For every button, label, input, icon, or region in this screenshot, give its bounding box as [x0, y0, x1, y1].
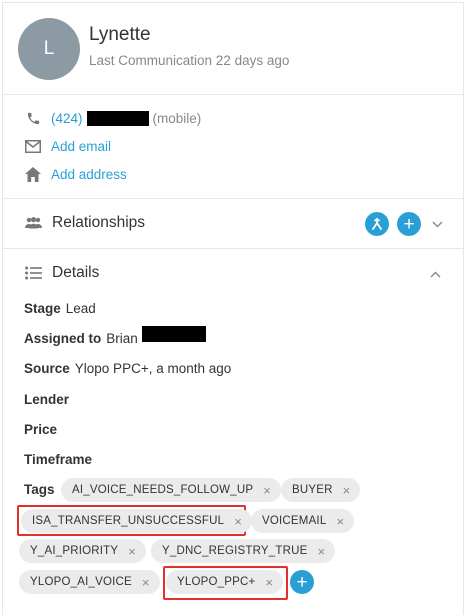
details-header[interactable]: Details: [24, 264, 99, 282]
tag-label: VOICEMAIL: [262, 515, 327, 527]
lender-label: Lender: [24, 392, 70, 407]
stage-label: Stage: [24, 301, 61, 316]
contact-name: Lynette: [89, 24, 151, 45]
tag-label: AI_VOICE_NEEDS_FOLLOW_UP: [72, 484, 254, 496]
people-icon: [24, 215, 42, 231]
phone-number-link[interactable]: (424): [51, 111, 83, 126]
relationships-title: Relationships: [52, 214, 146, 231]
source-row[interactable]: Source Ylopo PPC+, a month ago: [24, 361, 231, 376]
tag-chip[interactable]: YLOPO_AI_VOICE ×: [19, 570, 160, 594]
address-row: Add address: [24, 164, 127, 184]
tag-label: YLOPO_PPC+: [177, 576, 256, 588]
chevron-down-icon[interactable]: [430, 217, 444, 231]
tag-label: BUYER: [292, 484, 333, 496]
assigned-value[interactable]: Brian: [106, 331, 138, 346]
assigned-row[interactable]: Assigned to Brian: [24, 326, 206, 346]
lender-row[interactable]: Lender: [24, 392, 74, 407]
redacted-phone: [86, 110, 149, 126]
timeframe-label: Timeframe: [24, 452, 93, 467]
tag-chip[interactable]: VOICEMAIL ×: [251, 509, 355, 533]
remove-tag-icon[interactable]: ×: [234, 514, 242, 529]
add-email-link[interactable]: Add email: [51, 139, 111, 154]
chevron-up-icon[interactable]: [428, 267, 442, 281]
phone-icon: [24, 110, 42, 126]
tag-label: YLOPO_AI_VOICE: [30, 576, 132, 588]
remove-tag-icon[interactable]: ×: [336, 514, 344, 529]
list-icon: [24, 265, 42, 281]
merge-icon: [372, 218, 382, 230]
details-title: Details: [52, 264, 100, 281]
redacted-assignee: [141, 326, 206, 342]
tag-chip[interactable]: BUYER ×: [281, 478, 361, 502]
source-value[interactable]: Ylopo PPC+, a month ago: [75, 361, 231, 376]
email-row: Add email: [24, 136, 111, 156]
divider: [2, 94, 464, 95]
mail-icon: [24, 138, 42, 154]
tags-label: Tags: [24, 482, 55, 497]
tag-label: Y_DNC_REGISTRY_TRUE: [162, 545, 308, 557]
source-label: Source: [24, 361, 70, 376]
tag-label: ISA_TRANSFER_UNSUCCESSFUL: [32, 515, 225, 527]
tag-chip[interactable]: AI_VOICE_NEEDS_FOLLOW_UP ×: [61, 478, 281, 502]
add-address-link[interactable]: Add address: [51, 167, 127, 182]
assigned-label: Assigned to: [24, 330, 102, 346]
remove-tag-icon[interactable]: ×: [128, 544, 136, 559]
last-communication: Last Communication 22 days ago: [89, 53, 290, 68]
price-label: Price: [24, 422, 58, 437]
remove-tag-icon[interactable]: ×: [142, 575, 150, 590]
remove-tag-icon[interactable]: ×: [317, 544, 325, 559]
remove-tag-icon[interactable]: ×: [263, 483, 271, 498]
stage-value[interactable]: Lead: [66, 301, 96, 316]
tag-label: Y_AI_PRIORITY: [30, 545, 119, 557]
remove-tag-icon[interactable]: ×: [265, 575, 273, 590]
avatar: L: [18, 18, 80, 80]
home-icon: [24, 166, 42, 182]
divider: [2, 248, 464, 249]
stage-row[interactable]: Stage Lead: [24, 301, 96, 316]
merge-relationship-button[interactable]: [365, 212, 389, 236]
add-relationship-button[interactable]: +: [397, 212, 421, 236]
plus-icon: +: [403, 213, 415, 235]
tag-chip[interactable]: YLOPO_PPC+ ×: [166, 570, 284, 594]
timeframe-row[interactable]: Timeframe: [24, 452, 97, 467]
tag-chip[interactable]: ISA_TRANSFER_UNSUCCESSFUL ×: [21, 509, 253, 533]
phone-row: (424) (mobile): [24, 108, 201, 128]
tags-row: Tags: [24, 482, 60, 497]
price-row[interactable]: Price: [24, 422, 62, 437]
tag-chip[interactable]: Y_AI_PRIORITY ×: [19, 539, 147, 563]
remove-tag-icon[interactable]: ×: [343, 483, 351, 498]
avatar-initial: L: [43, 38, 55, 59]
phone-type: (mobile): [152, 110, 202, 126]
divider: [2, 198, 464, 199]
add-tag-button[interactable]: +: [290, 570, 314, 594]
relationships-header[interactable]: Relationships: [24, 214, 145, 232]
tag-chip[interactable]: Y_DNC_REGISTRY_TRUE ×: [151, 539, 336, 563]
plus-icon: +: [296, 571, 308, 593]
